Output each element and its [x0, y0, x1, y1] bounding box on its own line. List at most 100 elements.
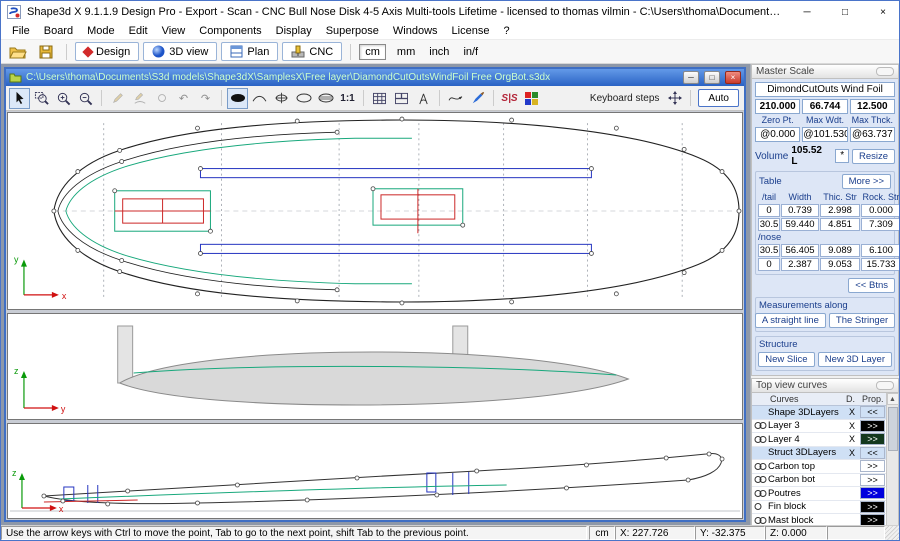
resize-grip[interactable]	[885, 526, 899, 540]
table-cell[interactable]: 6.100	[861, 244, 899, 257]
menu-components[interactable]: Components	[192, 25, 268, 37]
new-slice-button[interactable]: New Slice	[758, 352, 815, 367]
profile-view-canvas[interactable]: x z	[7, 423, 743, 519]
max-thck-field[interactable]: @63.737	[850, 127, 895, 142]
straight-line-button[interactable]: A straight line	[755, 313, 826, 328]
move-point-button[interactable]	[664, 88, 685, 109]
save-button[interactable]	[34, 42, 58, 62]
outline-view-button[interactable]	[227, 88, 248, 109]
minimize-button[interactable]: ─	[791, 1, 823, 23]
measure-button[interactable]	[413, 88, 434, 109]
curve-display-toggle[interactable]: X	[844, 407, 860, 417]
menu-view[interactable]: View	[155, 25, 193, 37]
top-view-canvas[interactable]: x y	[7, 112, 743, 310]
outline-detail-button[interactable]	[315, 88, 336, 109]
zero-pt-field[interactable]: @0.000	[755, 127, 800, 142]
curves-panel-collapse-button[interactable]	[876, 381, 894, 390]
curve-prop-button[interactable]: >>	[860, 487, 885, 499]
color-settings-button[interactable]	[521, 88, 542, 109]
curve-prop-button[interactable]: >>	[860, 420, 885, 432]
curve-row-struct-3dlayers[interactable]: Struct 3DLayers X <<	[752, 447, 886, 461]
table-cell[interactable]: 0.739	[781, 204, 819, 217]
btns-toggle-button[interactable]: << Btns	[848, 278, 895, 293]
table-cell[interactable]: 30.5	[758, 244, 780, 257]
curve-prop-button[interactable]: >>	[860, 501, 885, 513]
curve-display-toggle[interactable]: X	[844, 421, 860, 431]
new-3d-layer-button[interactable]: New 3D Layer	[818, 352, 892, 367]
undo-button[interactable]: ↶	[173, 88, 194, 109]
unit-mm-button[interactable]: mm	[392, 45, 420, 59]
grid-button[interactable]	[369, 88, 390, 109]
width-field[interactable]: 66.744	[802, 99, 847, 114]
select-tool-button[interactable]	[9, 88, 30, 109]
auto-button[interactable]: Auto	[698, 89, 739, 107]
scroll-up-icon[interactable]: ▲	[887, 393, 899, 405]
curve-prop-button[interactable]: >>	[860, 460, 885, 472]
brush-button[interactable]	[467, 88, 488, 109]
table-cell[interactable]: 7.309	[861, 218, 899, 231]
edit-curve-button[interactable]	[129, 88, 150, 109]
zoom-window-button[interactable]	[31, 88, 52, 109]
volume-star-button[interactable]: *	[835, 149, 849, 163]
document-titlebar[interactable]: C:\Users\thoma\Documents\S3d models\Shap…	[6, 69, 744, 86]
max-wdt-field[interactable]: @101.530	[802, 127, 847, 142]
curve-row-layer-3[interactable]: Layer 3 X >>	[752, 420, 886, 434]
curve-prop-button[interactable]: <<	[860, 447, 885, 459]
sls-display-button[interactable]: S|S	[499, 88, 520, 109]
document-close-button[interactable]: ×	[725, 71, 741, 84]
slice-view-canvas[interactable]: y z	[7, 313, 743, 420]
curve-prop-button[interactable]: >>	[860, 514, 885, 525]
close-button[interactable]: ×	[867, 1, 899, 23]
zoom-in-button[interactable]	[53, 88, 74, 109]
one-to-one-button[interactable]: 1:1	[337, 88, 358, 109]
table-cell[interactable]: 2.387	[781, 258, 819, 271]
curve-prop-button[interactable]: <<	[860, 406, 885, 418]
curve-prop-button[interactable]: >>	[860, 433, 885, 445]
more-button[interactable]: More >>	[842, 174, 891, 189]
panels-layout-button[interactable]	[391, 88, 412, 109]
unit-inf-button[interactable]: in/f	[458, 45, 483, 59]
curve-row-mast-block[interactable]: Mast block >>	[752, 514, 886, 525]
design-mode-button[interactable]: Design	[75, 42, 139, 61]
menu-license[interactable]: License	[445, 25, 497, 37]
circle-tool-button[interactable]	[151, 88, 172, 109]
menu-mode[interactable]: Mode	[80, 25, 122, 37]
master-scale-collapse-button[interactable]	[876, 67, 894, 76]
stringer-button[interactable]: The Stringer	[829, 313, 895, 328]
outline-thin-button[interactable]	[293, 88, 314, 109]
document-restore-button[interactable]: □	[704, 71, 720, 84]
curve-row-shape-3dlayers[interactable]: Shape 3DLayers X <<	[752, 406, 886, 420]
menu-board[interactable]: Board	[37, 25, 80, 37]
curve-display-toggle[interactable]: X	[844, 448, 860, 458]
table-cell[interactable]: 59.440	[781, 218, 819, 231]
curve-display-toggle[interactable]: X	[844, 434, 860, 444]
redo-button[interactable]: ↷	[195, 88, 216, 109]
rocker-view-button[interactable]	[249, 88, 270, 109]
curve-row-poutres[interactable]: Poutres >>	[752, 487, 886, 501]
board-name-field[interactable]: DimondCutOuts Wind Foil	[755, 82, 895, 97]
maximize-button[interactable]: □	[829, 1, 861, 23]
table-cell[interactable]: 0	[758, 204, 780, 217]
menu-windows[interactable]: Windows	[386, 25, 445, 37]
thickness-field[interactable]: 12.500	[850, 99, 895, 114]
curve-row-carbon-top[interactable]: Carbon top >>	[752, 460, 886, 474]
curve-row-carbon-bot[interactable]: Carbon bot >>	[752, 474, 886, 488]
table-cell[interactable]: 0.000	[861, 204, 899, 217]
curve-prop-button[interactable]: >>	[860, 474, 885, 486]
cnc-button[interactable]: CNC	[282, 42, 342, 61]
table-cell[interactable]: 56.405	[781, 244, 819, 257]
table-cell[interactable]: 9.089	[820, 244, 860, 257]
table-cell[interactable]: 2.998	[820, 204, 860, 217]
open-file-button[interactable]	[6, 42, 30, 62]
curves-scrollbar[interactable]: ▲ ▼	[886, 393, 898, 525]
table-cell[interactable]: 15.733	[861, 258, 899, 271]
curve-row-fin-block[interactable]: Fin block >>	[752, 501, 886, 515]
curve-row-layer-4[interactable]: Layer 4 X >>	[752, 433, 886, 447]
table-cell[interactable]: 0	[758, 258, 780, 271]
menu-superpose[interactable]: Superpose	[319, 25, 386, 37]
menu-help[interactable]: ?	[496, 25, 516, 37]
plan-button[interactable]: Plan	[221, 42, 278, 61]
3d-view-button[interactable]: 3D view	[143, 42, 217, 61]
resize-button[interactable]: Resize	[852, 149, 895, 164]
slice-view-button[interactable]	[271, 88, 292, 109]
